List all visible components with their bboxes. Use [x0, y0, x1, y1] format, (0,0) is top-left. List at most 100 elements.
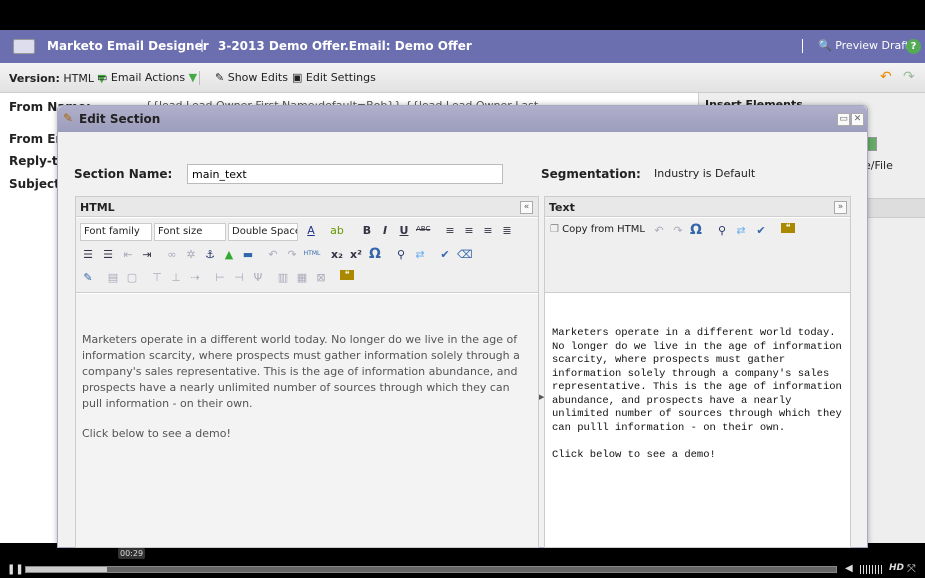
align-left-icon[interactable]: ≡: [443, 224, 457, 237]
copy-from-html-label: Copy from HTML: [562, 224, 645, 235]
undo-icon[interactable]: ↶: [880, 69, 892, 85]
redo-icon[interactable]: ↷: [285, 248, 299, 261]
strikethrough-icon[interactable]: ABC: [416, 225, 430, 233]
special-character-icon[interactable]: Ω: [368, 246, 382, 262]
delete-col-icon[interactable]: Ψ: [251, 271, 265, 284]
expand-button[interactable]: »: [834, 201, 847, 214]
html-panel-header: HTML: [76, 197, 538, 217]
merge-cells-icon[interactable]: ▦: [295, 271, 309, 284]
link-icon[interactable]: ∞: [165, 248, 179, 261]
anchor-icon[interactable]: ⚓: [203, 248, 217, 261]
table-cell-icon[interactable]: ▢: [125, 271, 139, 284]
replace-icon[interactable]: ⇄: [734, 224, 748, 237]
pause-icon[interactable]: ❚❚: [7, 564, 24, 575]
align-right-icon[interactable]: ≡: [481, 224, 495, 237]
section-name-input[interactable]: [187, 164, 503, 184]
designer-toolbar: Version: HTML ▼ ▭ Email Actions ▼ ✎ Show…: [0, 63, 925, 93]
eraser-icon[interactable]: ⌫: [457, 248, 473, 261]
numbered-list-icon[interactable]: ☰: [101, 248, 115, 261]
email-actions-label: Email Actions: [110, 71, 186, 84]
redo-icon[interactable]: ↷: [903, 69, 915, 85]
volume-slider[interactable]: [860, 565, 882, 574]
align-center-icon[interactable]: ≡: [462, 224, 476, 237]
spellcheck-icon[interactable]: ✔: [754, 224, 768, 237]
font-family-select[interactable]: Font family: [80, 223, 152, 241]
text-editor-toolbar: ❐ Copy from HTML ↶ ↷ Ω ⚲ ⇄ ✔ ❝: [545, 218, 850, 293]
time-tooltip: 00:29: [118, 548, 146, 559]
line-spacing-select[interactable]: Double Space: [228, 223, 298, 241]
superscript-icon[interactable]: x²: [349, 248, 363, 261]
text-editor-content[interactable]: Marketers operate in a different world t…: [545, 294, 850, 547]
header-divider: [802, 39, 803, 53]
highlight-icon[interactable]: ab: [330, 224, 344, 237]
redo-icon[interactable]: ↷: [671, 224, 685, 237]
close-button[interactable]: ✕: [851, 113, 864, 126]
undo-icon[interactable]: ↶: [266, 248, 280, 261]
marketo-token-icon[interactable]: ❝: [340, 270, 354, 280]
table-row-icon[interactable]: ▤: [106, 271, 120, 284]
special-character-icon[interactable]: Ω: [689, 222, 703, 238]
font-family-value: Font family: [84, 226, 140, 237]
hd-toggle[interactable]: HD: [889, 563, 904, 573]
underline-icon[interactable]: U: [397, 224, 411, 237]
insert-col-after-icon[interactable]: ⊣: [232, 271, 246, 284]
text-color-icon[interactable]: A: [304, 224, 318, 237]
horizontal-rule-icon[interactable]: ▬: [241, 248, 255, 261]
italic-icon[interactable]: I: [378, 224, 392, 237]
maximize-button[interactable]: ▭: [837, 113, 850, 126]
html-panel-title: HTML: [80, 201, 115, 214]
insert-row-before-icon[interactable]: ⊤: [150, 271, 164, 284]
section-name-label: Section Name:: [74, 167, 173, 181]
html-paragraph: Marketers operate in a different world t…: [82, 333, 520, 410]
marketo-token-icon[interactable]: ❝: [781, 223, 795, 233]
justify-icon[interactable]: ≣: [500, 224, 514, 237]
find-icon[interactable]: ⚲: [394, 248, 408, 261]
delete-table-icon[interactable]: ⊠: [314, 271, 328, 284]
find-icon[interactable]: ⚲: [715, 224, 729, 237]
insert-col-before-icon[interactable]: ⊢: [213, 271, 227, 284]
edit-settings-label: Edit Settings: [305, 71, 376, 84]
undo-icon[interactable]: ↶: [652, 224, 666, 237]
bullet-list-icon[interactable]: ☰: [81, 248, 95, 261]
image-icon[interactable]: ▲: [222, 248, 236, 261]
preview-draft-button[interactable]: 🔍 Preview Draft: [818, 39, 909, 52]
help-icon[interactable]: ?: [906, 39, 921, 54]
html-source-icon[interactable]: HTML: [302, 250, 322, 257]
dialog-title: Edit Section: [79, 112, 161, 126]
volume-icon[interactable]: ◀: [845, 563, 853, 574]
font-size-select[interactable]: Font size: [154, 223, 226, 241]
splitter-arrow-icon[interactable]: ▶: [539, 393, 544, 401]
pencil-icon: ✎: [215, 71, 225, 84]
insert-row-after-icon[interactable]: ⊥: [169, 271, 183, 284]
edit-settings-button[interactable]: ▣ Edit Settings: [292, 71, 376, 84]
title-separator: |: [200, 38, 205, 52]
replace-icon[interactable]: ⇄: [413, 248, 427, 261]
outdent-icon[interactable]: ⇤: [121, 248, 135, 261]
seek-progress: [26, 567, 107, 572]
image-file-label[interactable]: e/File: [864, 159, 893, 172]
subscript-icon[interactable]: x₂: [330, 248, 344, 261]
edit-section-dialog: ✎ Edit Section ▭ ✕ Section Name: Segment…: [57, 105, 868, 548]
pencil-icon: ✎: [63, 111, 74, 125]
unlink-icon[interactable]: ✲: [184, 248, 198, 261]
html-editor-toolbar: Font family Font size Double Space A ab …: [76, 218, 538, 293]
version-label: Version:: [9, 72, 60, 85]
email-actions-button[interactable]: ▭ Email Actions ▼: [97, 71, 197, 84]
html-editor-content[interactable]: Marketers operate in a different world t…: [76, 294, 538, 547]
indent-icon[interactable]: ⇥: [140, 248, 154, 261]
version-selector[interactable]: Version: HTML ▼: [9, 72, 106, 85]
delete-row-icon[interactable]: ⇢: [188, 271, 202, 284]
split-cells-icon[interactable]: ▥: [276, 271, 290, 284]
toolbar-divider: [199, 71, 200, 85]
email-icon: [13, 39, 35, 54]
edit-css-icon[interactable]: ✎: [81, 271, 95, 284]
bold-icon[interactable]: B: [360, 224, 374, 237]
font-size-value: Font size: [158, 226, 203, 237]
collapse-button[interactable]: «: [520, 201, 533, 214]
fullscreen-icon[interactable]: ⤧: [907, 562, 916, 576]
seek-bar[interactable]: [25, 566, 837, 573]
show-edits-button[interactable]: ✎ Show Edits: [215, 71, 288, 84]
copy-from-html-button[interactable]: ❐ Copy from HTML: [550, 224, 645, 235]
segmentation-value: Industry is Default: [654, 167, 756, 180]
spellcheck-icon[interactable]: ✔: [438, 248, 452, 261]
